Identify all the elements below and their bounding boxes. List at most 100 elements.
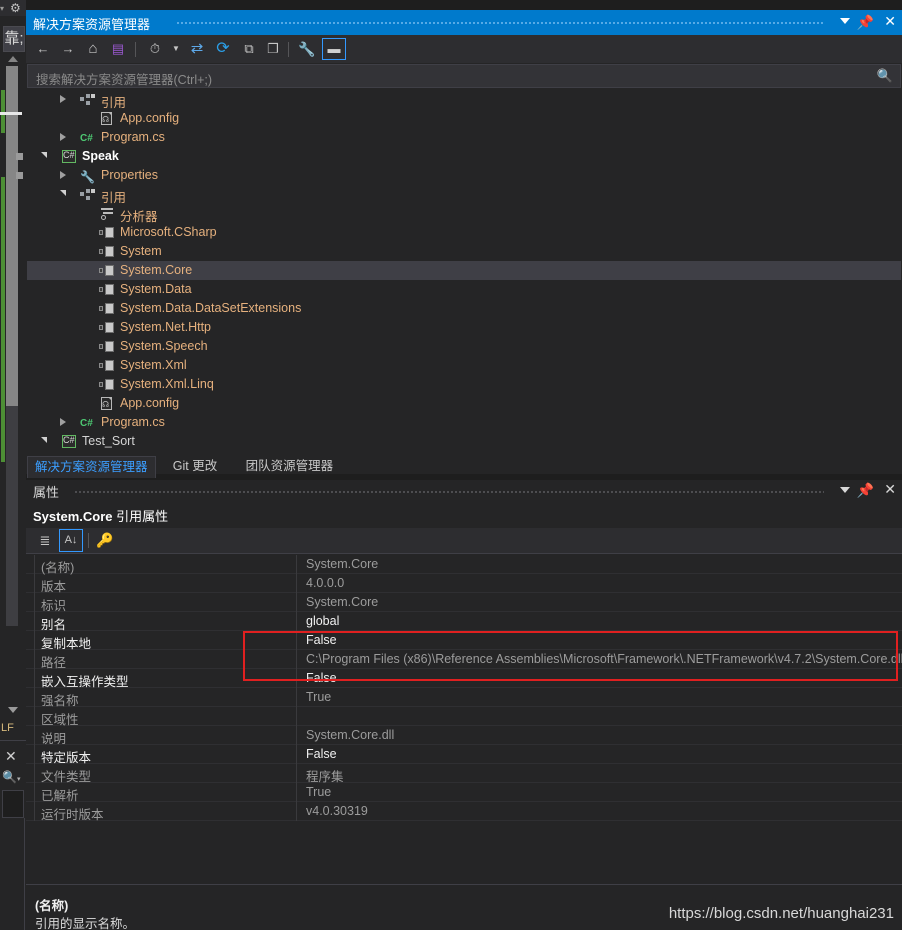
property-value[interactable]: C:\Program Files (x86)\Reference Assembl… [306, 652, 902, 666]
pin-icon[interactable]: 📌 [857, 482, 874, 499]
expander-collapsed-icon[interactable] [60, 95, 66, 103]
close-icon[interactable]: ✕ [5, 748, 17, 765]
tree-item-program-cs[interactable]: C# Program.cs [27, 413, 901, 432]
close-icon[interactable]: ✕ [884, 481, 896, 498]
property-row[interactable]: 说明 System.Core.dll [26, 726, 902, 746]
property-value[interactable]: True [306, 785, 331, 799]
home-button[interactable]: ⌂ [82, 39, 104, 59]
column-splitter[interactable] [296, 688, 297, 707]
gear-icon[interactable]: ⚙ [10, 2, 23, 15]
column-splitter[interactable] [296, 593, 297, 612]
chevron-down-icon[interactable]: ▼ [165, 39, 187, 59]
property-value[interactable]: True [306, 690, 331, 704]
tab-solution-explorer[interactable]: 解决方案资源管理器 [27, 456, 156, 478]
property-value[interactable]: System.Core.dll [306, 728, 394, 742]
sync-with-active-document-button[interactable]: ⇄ [186, 39, 208, 59]
chevron-down-icon[interactable]: ▾ [17, 775, 21, 783]
expander-expanded-icon[interactable] [41, 437, 47, 443]
column-splitter[interactable] [296, 612, 297, 631]
property-pages-button[interactable]: 🔑 [94, 531, 116, 551]
expander-collapsed-icon[interactable] [60, 133, 66, 141]
chevron-down-icon[interactable] [840, 18, 850, 24]
property-value[interactable]: v4.0.30319 [306, 804, 368, 818]
pin-icon[interactable]: 📌 [857, 14, 874, 30]
categorized-button[interactable]: ≣ [34, 531, 56, 551]
scrollbar-up-arrow[interactable] [8, 56, 18, 62]
property-row[interactable]: (名称) System.Core [26, 555, 902, 575]
tree-item-system-speech[interactable]: System.Speech [27, 337, 901, 356]
pending-changes-filter-button[interactable]: ⏱ [144, 39, 166, 59]
split-editor-icon[interactable]: 靠; [3, 26, 25, 52]
tree-item-test-sort[interactable]: C# Test_Sort [27, 432, 901, 451]
expander-expanded-icon[interactable] [41, 152, 47, 158]
property-value[interactable]: False [306, 633, 337, 647]
property-row[interactable]: 别名 global [26, 612, 902, 632]
tree-item-system[interactable]: System [27, 242, 901, 261]
column-splitter[interactable] [296, 707, 297, 726]
tree-item-system-net-http[interactable]: System.Net.Http [27, 318, 901, 337]
tree-item-system-core[interactable]: System.Core [27, 261, 901, 280]
column-splitter[interactable] [296, 783, 297, 802]
expander-expanded-icon[interactable] [60, 190, 66, 196]
tab-team-explorer[interactable]: 团队资源管理器 [239, 456, 341, 478]
tab-git-changes[interactable]: Git 更改 [166, 456, 224, 478]
close-icon[interactable]: ✕ [884, 13, 896, 30]
property-row[interactable]: 标识 System.Core [26, 593, 902, 613]
property-row[interactable]: 嵌入互操作类型 False [26, 669, 902, 689]
property-row[interactable]: 运行时版本 v4.0.30319 [26, 802, 902, 822]
column-splitter[interactable] [296, 764, 297, 783]
column-splitter[interactable] [296, 802, 297, 821]
column-splitter[interactable] [296, 555, 297, 574]
show-all-files-button[interactable]: ❐ [262, 39, 284, 59]
tree-item-[interactable]: 引用 [27, 185, 901, 205]
forward-button[interactable]: → [57, 39, 79, 59]
properties-button[interactable]: 🔧 [296, 39, 318, 59]
expander-collapsed-icon[interactable] [60, 418, 66, 426]
tree-item-system-data-datasetextensions[interactable]: System.Data.DataSetExtensions [27, 299, 901, 318]
collapse-all-button[interactable]: ⧉ [238, 39, 260, 59]
column-splitter[interactable] [296, 726, 297, 745]
back-button[interactable]: ← [32, 39, 54, 59]
line-ending-label[interactable]: LF [1, 722, 14, 734]
property-row[interactable]: 版本 4.0.0.0 [26, 574, 902, 594]
property-value[interactable]: False [306, 747, 337, 761]
solution-explorer-view-button[interactable]: ▤ [107, 39, 129, 59]
column-splitter[interactable] [296, 650, 297, 669]
property-row[interactable]: 路径 C:\Program Files (x86)\Reference Assem… [26, 650, 902, 670]
tree-item-system-xml[interactable]: System.Xml [27, 356, 901, 375]
tree-item-system-xml-linq[interactable]: System.Xml.Linq [27, 375, 901, 394]
tree-item-properties[interactable]: 🔧 Properties [27, 166, 901, 185]
refresh-button[interactable]: ⟳ [212, 39, 234, 59]
scrollbar-down-arrow[interactable] [8, 707, 18, 713]
tree-item-speak[interactable]: C# Speak [27, 147, 901, 166]
properties-grid[interactable]: (名称) System.Core 版本 4.0.0.0 标识 System.Core 别名 g… [26, 555, 902, 822]
tree-item-[interactable]: 分析器 [27, 204, 901, 224]
property-value[interactable]: System.Core [306, 595, 378, 609]
property-row[interactable]: 复制本地 False [26, 631, 902, 651]
property-row[interactable]: 强名称 True [26, 688, 902, 708]
chevron-down-icon[interactable]: ▾ [0, 4, 4, 13]
tree-item-microsoft-csharp[interactable]: Microsoft.CSharp [27, 223, 901, 242]
expander-collapsed-icon[interactable] [60, 171, 66, 179]
property-row[interactable]: 区域性 [26, 707, 902, 727]
property-row[interactable]: 特定版本 False [26, 745, 902, 765]
magnifier-icon[interactable]: 🔍 [2, 770, 17, 784]
scrollbar-thumb[interactable] [6, 66, 18, 406]
property-row[interactable]: 文件类型 程序集 [26, 764, 902, 784]
property-value[interactable]: 4.0.0.0 [306, 576, 344, 590]
column-splitter[interactable] [296, 745, 297, 764]
tree-item-system-data[interactable]: System.Data [27, 280, 901, 299]
search-icon[interactable]: 🔍 [877, 68, 893, 84]
tree-item-app-config[interactable]: ☊ App.config [27, 394, 901, 413]
tree-item-[interactable]: 引用 [27, 90, 901, 110]
chevron-down-icon[interactable] [840, 487, 850, 493]
property-value[interactable]: False [306, 671, 337, 685]
property-value[interactable]: global [306, 614, 339, 628]
property-row[interactable]: 已解析 True [26, 783, 902, 803]
column-splitter[interactable] [296, 574, 297, 593]
tree-item-program-cs[interactable]: C# Program.cs [27, 128, 901, 147]
column-splitter[interactable] [296, 669, 297, 688]
property-value[interactable]: System.Core [306, 557, 378, 571]
column-splitter[interactable] [296, 631, 297, 650]
solution-tree[interactable]: 引用 ☊ App.config C# Program.cs C# Speak 🔧 Propert… [27, 90, 901, 455]
